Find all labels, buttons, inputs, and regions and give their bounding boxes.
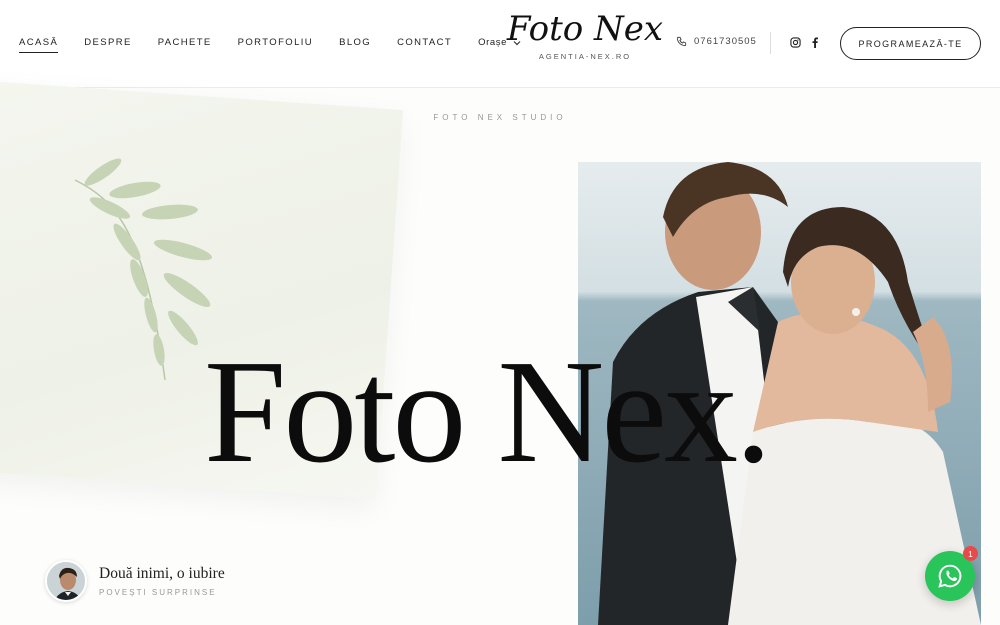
site-header: ACASĂ DESPRE PACHETE PORTOFOLIU BLOG CON… [0, 0, 1000, 88]
whatsapp-icon [938, 564, 962, 588]
orase-label: Orașe [478, 37, 507, 48]
nav-item-contact[interactable]: CONTACT [397, 37, 452, 48]
phone-icon [676, 36, 687, 47]
nav-item-acasa[interactable]: ACASĂ [19, 37, 59, 53]
nav-item-despre[interactable]: DESPRE [84, 37, 131, 48]
story-card[interactable]: Două inimi, o iubire POVEȘTI SURPRINSE [45, 560, 225, 602]
notification-badge: 1 [963, 546, 978, 561]
header-divider [770, 32, 771, 54]
phone-number: 0761730505 [694, 36, 757, 47]
hero-title: Foto Nex. [204, 330, 772, 494]
story-subtitle: POVEȘTI SURPRINSE [99, 588, 217, 597]
story-title: Două inimi, o iubire [99, 565, 225, 582]
social-links [790, 37, 819, 48]
nav-item-portofoliu[interactable]: PORTOFOLIU [238, 37, 313, 48]
nav-item-pachete[interactable]: PACHETE [158, 37, 212, 48]
logo-subtitle: AGENTIA-NEX.RO [538, 52, 632, 61]
facebook-icon[interactable] [811, 37, 819, 48]
logo-brand: Foto Nex [506, 9, 664, 49]
avatar [45, 560, 87, 602]
phone-link[interactable]: 0761730505 [676, 36, 757, 47]
instagram-icon[interactable] [790, 37, 801, 48]
hero-kicker: FOTO NEX STUDIO [433, 113, 567, 122]
nav-item-blog[interactable]: BLOG [339, 37, 371, 48]
site-logo[interactable]: Foto Nex AGENTIA-NEX.RO [505, 12, 665, 61]
book-appointment-button[interactable]: PROGRAMEAZĂ-TE [840, 27, 981, 60]
main-nav: ACASĂ DESPRE PACHETE PORTOFOLIU BLOG CON… [19, 37, 521, 53]
